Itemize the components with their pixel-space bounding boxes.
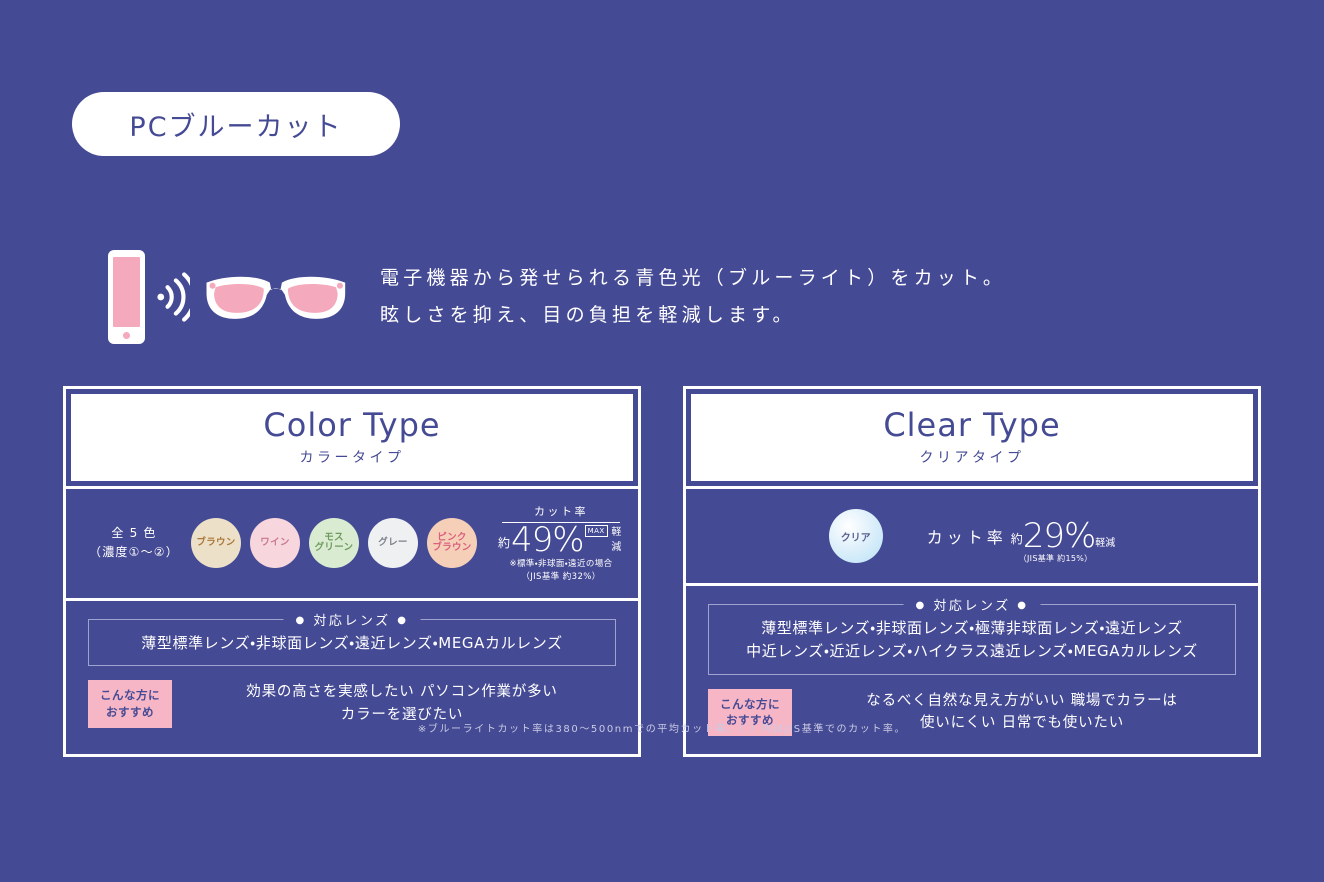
color-recommend-badge-line-1: こんな方に [100,688,160,703]
color-cut-approx: 約 [498,536,511,550]
clear-swatch-row: クリア カット率 約 29% 軽減 （JIS基準 約15%） [686,489,1258,583]
color-count-line-2: （濃度①〜②） [89,545,179,560]
hero-line-1: 電子機器から発せられる青色光（ブルーライト）をカット。 [380,266,1007,289]
color-recommend-badge-line-2: おすすめ [106,704,154,719]
clear-recommend-line-1: なるべく自然な見え方がいい 職場でカラーは [866,692,1178,709]
panel-clear-type: Clear Type クリアタイプ クリア カット率 約 29% 軽減 （JIS… [683,386,1261,757]
clear-cut-approx: 約 [1010,532,1023,546]
panel-clear-type-title-en: Clear Type [883,406,1061,444]
bullet-dot-icon: ● [915,600,927,611]
clear-lens-box: ● 対応レンズ ● 薄型標準レンズ・非球面レンズ・極薄非球面レンズ・遠近レンズ … [708,595,1236,675]
color-lens-line-1: 薄型標準レンズ・非球面レンズ・遠近レンズ・MEGAカルレンズ [141,633,563,652]
color-cut-value: 49% [511,520,585,560]
signal-waves-icon [157,272,191,322]
panel-color-type: Color Type カラータイプ 全 5 色 （濃度①〜②） ブラウン ワイン… [63,386,641,757]
color-lens-section: ● 対応レンズ ● 薄型標準レンズ・非球面レンズ・遠近レンズ・MEGAカルレンズ [66,601,638,667]
color-cut-note-2: （JIS基準 約32%） [521,572,601,583]
clear-recommend-badge-line-1: こんな方に [720,696,780,711]
clear-cut-value-wrap: 約 29% 軽減 （JIS基準 約15%） [1010,516,1116,563]
hero-description: 電子機器から発せられる青色光（ブルーライト）をカット。 眩しさを抑え、目の負担を… [350,260,1006,334]
color-cut-suffix: 軽減 [611,527,622,553]
clear-cut-suffix: 軽減 [1095,538,1116,549]
color-lens-title-label: 対応レンズ [313,613,391,629]
panel-clear-type-title-jp: クリアタイプ [919,450,1025,466]
clear-cut-value: 29% [1022,516,1097,556]
page-title-pill: PCブルーカット [72,92,400,156]
panel-clear-type-header: Clear Type クリアタイプ [691,394,1253,481]
hero-icon-group [0,250,350,344]
clear-lens-line-1: 薄型標準レンズ・非球面レンズ・極薄非球面レンズ・遠近レンズ [761,619,1183,637]
swatch-brown[interactable]: ブラウン [191,518,241,569]
swatch-moss-green[interactable]: モス グリーン [309,518,359,569]
color-lens-box: ● 対応レンズ ● 薄型標準レンズ・非球面レンズ・遠近レンズ・MEGAカルレンズ [88,609,616,667]
clear-cut-note: （JIS基準 約15%） [1018,554,1093,563]
phone-screen [113,257,141,328]
clear-recommend-row: こんな方に おすすめ なるべく自然な見え方がいい 職場でカラーは 使いにくい 日… [686,675,1258,754]
phone-home-button [123,332,131,339]
type-panels: Color Type カラータイプ 全 5 色 （濃度①〜②） ブラウン ワイン… [0,386,1324,757]
panel-color-type-title-en: Color Type [263,406,441,444]
swatch-pink-brown[interactable]: ピンク ブラウン [427,518,477,569]
color-cut-rate-block: カット率 約 49% MAX 軽減 ※標準・非球面・遠近の場合 （JIS基準 約… [498,503,624,584]
clear-lens-line-2: 中近レンズ・近近レンズ・ハイクラス遠近レンズ・MEGAカルレンズ [746,642,1198,661]
clear-lens-section: ● 対応レンズ ● 薄型標準レンズ・非球面レンズ・極薄非球面レンズ・遠近レンズ … [686,586,1258,675]
swatch-clear[interactable]: クリア [828,509,883,563]
smartphone-icon [108,250,146,344]
footnote: ※ブルーライトカット率は380〜500nmでの平均カット率。（ ）内はJIS基準… [417,724,907,735]
clear-cut-rate-title: カット率 [926,528,1007,547]
color-cut-max-badge: MAX [584,525,608,537]
color-cut-rate-value-row: 約 49% MAX 軽減 [498,523,624,557]
bullet-dot-icon: ● [397,614,409,626]
swatch-gray[interactable]: グレー [368,518,418,569]
swatch-wine[interactable]: ワイン [250,518,300,569]
color-swatch-row: 全 5 色 （濃度①〜②） ブラウン ワイン モス グリーン グレー ピンク ブ… [66,489,638,598]
clear-cut-rate-block: カット率 約 29% 軽減 （JIS基準 約15%） [926,516,1116,563]
color-recommend-line-1: 効果の高さを実感したい パソコン作業が多い [246,684,558,701]
hero-section: 電子機器から発せられる青色光（ブルーライト）をカット。 眩しさを抑え、目の負担を… [0,232,1324,362]
clear-lens-title-label: 対応レンズ [933,599,1011,614]
color-cut-note-1: ※標準・非球面・遠近の場合 [509,559,613,569]
bullet-dot-icon: ● [295,614,307,626]
bullet-dot-icon: ● [1017,600,1029,611]
hero-line-2: 眩しさを抑え、目の負担を軽減します。 [380,304,796,326]
panel-color-type-title-jp: カラータイプ [299,450,405,466]
color-lens-title: ● 対応レンズ ● [283,609,421,629]
panel-color-type-header: Color Type カラータイプ [71,394,633,481]
color-count-label: 全 5 色 （濃度①〜②） [86,524,182,562]
color-count-line-1: 全 5 色 [111,526,157,541]
glasses-icon [206,276,346,319]
page-title: PCブルーカット [129,111,343,143]
color-cut-rate-title: カット率 [534,505,588,518]
clear-lens-title: ● 対応レンズ ● [903,595,1041,614]
